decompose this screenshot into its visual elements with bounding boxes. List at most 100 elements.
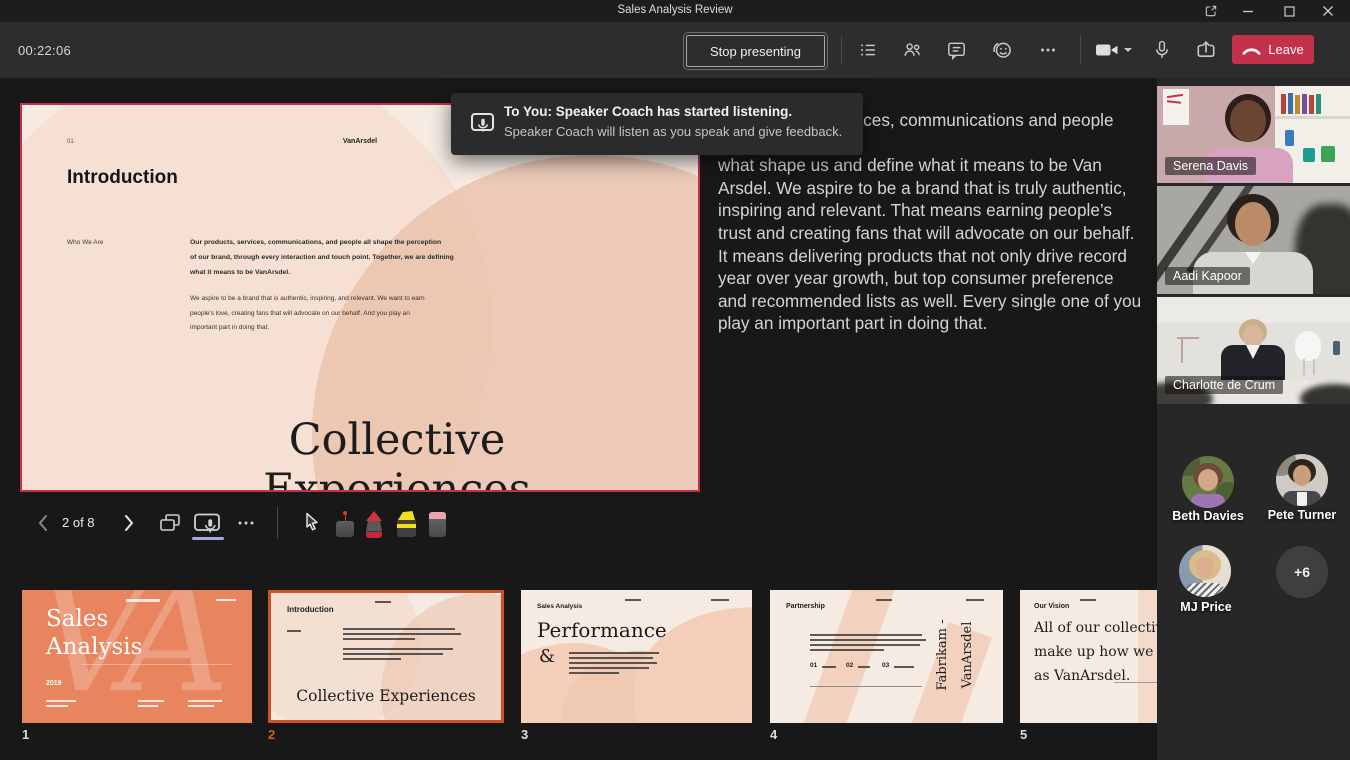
thumbnail-4-number: 4 xyxy=(770,727,777,742)
participant-name-label: Aadi Kapoor xyxy=(1165,267,1250,285)
window-title: Sales Analysis Review xyxy=(0,4,1350,16)
decor xyxy=(1295,95,1300,114)
decor xyxy=(397,524,416,529)
more-tools-icon[interactable] xyxy=(236,514,256,532)
slide-body-paragraph: Our products, services, communications, … xyxy=(190,235,454,280)
decor xyxy=(343,653,443,655)
share-tray-icon[interactable] xyxy=(1194,38,1218,62)
speaker-coach-toggle-icon[interactable] xyxy=(192,511,222,536)
decor xyxy=(1303,359,1305,375)
video-tile-aadi[interactable]: Aadi Kapoor xyxy=(1157,186,1350,294)
stop-presenting-button[interactable]: Stop presenting xyxy=(686,35,825,67)
decor xyxy=(188,705,214,707)
avatar-beth-davies[interactable] xyxy=(1182,456,1234,508)
participant-name-label: Serena Davis xyxy=(1165,157,1256,175)
decor xyxy=(366,521,382,532)
thumb5-line: make up how we co xyxy=(1034,644,1157,660)
decor xyxy=(375,601,391,603)
decor xyxy=(345,514,347,521)
thumb4-vertical-text: Fabrikam - xyxy=(935,600,949,710)
thumbnail-slide-2-selected[interactable]: Introduction Collective Experiences xyxy=(268,590,504,723)
thumbnail-slide-4[interactable]: Partnership 01 02 03 Fabrikam - VanArsde… xyxy=(770,590,1003,723)
video-tile-serena[interactable]: Serena Davis xyxy=(1157,86,1350,183)
decor xyxy=(810,644,920,646)
highlighter-tool-icon[interactable] xyxy=(396,511,416,539)
thumb3-title: Performance xyxy=(537,618,667,642)
decor xyxy=(138,700,164,702)
decor xyxy=(138,705,158,707)
next-slide-button[interactable] xyxy=(122,513,136,533)
overflow-count: +6 xyxy=(1294,564,1310,580)
avatar-mj-price[interactable] xyxy=(1179,545,1231,597)
popout-icon[interactable] xyxy=(1196,0,1226,22)
decor xyxy=(625,597,752,723)
decor xyxy=(625,599,641,601)
decor xyxy=(1181,339,1183,363)
meeting-timer: 00:22:06 xyxy=(18,43,71,58)
cursor-tool-icon[interactable] xyxy=(303,511,321,535)
leave-button[interactable]: Leave xyxy=(1232,35,1314,64)
thumbnail-slide-3[interactable]: Sales Analysis Performance & xyxy=(521,590,752,723)
red-pen-tool-icon[interactable] xyxy=(364,511,384,539)
thumbnail-slide-1[interactable]: VA Sales Analysis 2019 xyxy=(22,590,252,723)
avatar-name-label: Pete Turner xyxy=(1252,508,1350,522)
chat-icon[interactable] xyxy=(944,38,968,62)
close-icon[interactable] xyxy=(1313,0,1343,22)
decor xyxy=(569,657,653,659)
maximize-icon[interactable] xyxy=(1274,0,1304,22)
avatar-name-label: Beth Davies xyxy=(1158,509,1258,523)
participants-icon[interactable] xyxy=(900,38,924,62)
agenda-icon[interactable] xyxy=(856,38,880,62)
decor xyxy=(343,628,455,630)
toast-title: To You: Speaker Coach has started listen… xyxy=(504,104,792,119)
decor xyxy=(343,633,461,635)
thumb1-title-line2: Analysis xyxy=(46,634,142,660)
decor xyxy=(216,599,236,601)
avatar-name-label: MJ Price xyxy=(1156,600,1256,614)
camera-dropdown-icon[interactable] xyxy=(1122,38,1134,62)
decor xyxy=(569,667,649,669)
minimize-icon[interactable] xyxy=(1233,0,1263,22)
overflow-participants-badge[interactable]: +6 xyxy=(1276,546,1328,598)
hangup-icon xyxy=(1242,44,1261,56)
leave-label: Leave xyxy=(1268,42,1303,57)
thumb4-item-2: 02 xyxy=(846,662,853,669)
coach-active-underline xyxy=(192,537,224,540)
window-titlebar: Sales Analysis Review xyxy=(0,0,1350,22)
participant-name-label: Charlotte de Crum xyxy=(1165,376,1283,394)
stop-presenting-label: Stop presenting xyxy=(710,44,801,59)
thumbnail-2-number: 2 xyxy=(268,727,275,742)
decor xyxy=(569,652,659,654)
grid-view-icon[interactable] xyxy=(158,512,182,534)
speaker-coach-toast[interactable]: To You: Speaker Coach has started listen… xyxy=(451,93,863,155)
camera-icon[interactable] xyxy=(1092,38,1122,62)
previous-slide-button[interactable] xyxy=(36,513,50,533)
toolbar-divider xyxy=(1080,36,1081,64)
decor xyxy=(810,634,922,636)
more-options-icon[interactable] xyxy=(1036,38,1060,62)
mic-icon[interactable] xyxy=(1150,38,1174,62)
reactions-icon[interactable] xyxy=(990,38,1014,62)
current-slide: 01 VanArsdel Introduction Who We Are Our… xyxy=(20,103,700,492)
eraser-tool-icon[interactable] xyxy=(427,511,447,539)
decor xyxy=(46,700,76,702)
decor xyxy=(1316,94,1321,114)
decor xyxy=(569,662,657,664)
decor xyxy=(1302,94,1307,114)
decor xyxy=(810,686,922,687)
decor xyxy=(569,672,619,674)
teams-meeting-window: Sales Analysis Review 00:22:06 Stop pres… xyxy=(0,0,1350,760)
decor xyxy=(366,532,382,538)
decor xyxy=(1333,341,1340,355)
decor xyxy=(1186,583,1224,597)
decor xyxy=(1281,94,1286,114)
laser-pointer-tool-icon[interactable] xyxy=(334,511,354,539)
decor xyxy=(398,511,415,520)
thumbnail-slide-5[interactable]: Our Vision All of our collective make up… xyxy=(1020,590,1157,723)
avatar-pete-turner[interactable] xyxy=(1276,454,1328,506)
decor xyxy=(343,658,401,660)
slide-body-paragraph: We aspire to be a brand that is authenti… xyxy=(190,292,425,336)
decor xyxy=(1321,146,1335,162)
video-tile-charlotte[interactable]: Charlotte de Crum xyxy=(1157,297,1350,404)
thumbnail-5-number: 5 xyxy=(1020,727,1027,742)
